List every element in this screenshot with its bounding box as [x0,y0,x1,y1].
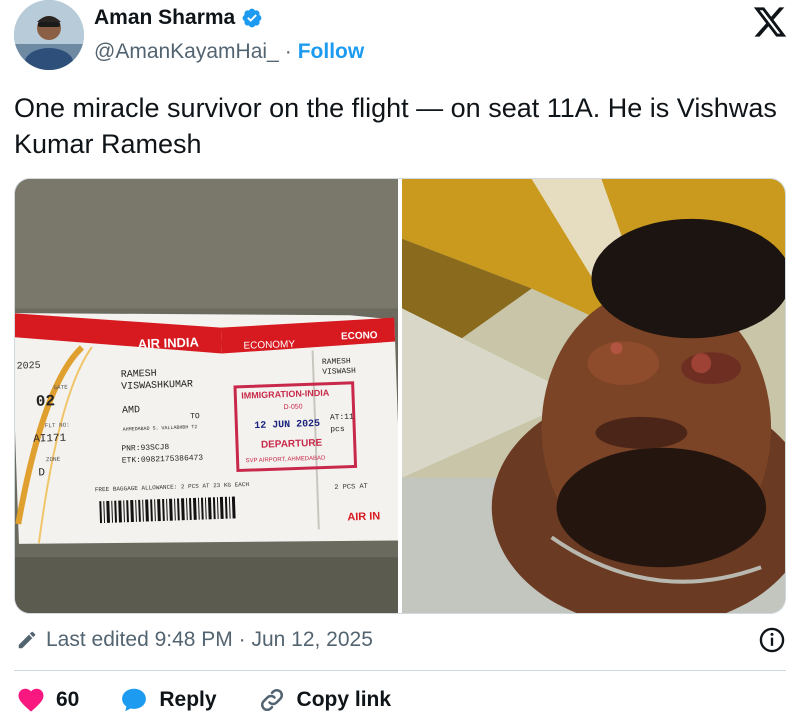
ticket-year: 2025 [17,360,41,372]
tweet-header: Aman Sharma @AmanKayamHai_ · Follow [14,0,794,80]
info-icon[interactable] [758,626,786,654]
tweet-meta: Last edited 9:48 PM · Jun 12, 2025 [16,624,786,656]
ticket-zone: D [38,467,45,479]
ticket-flt-label: FLT NO: [45,422,70,430]
like-button[interactable]: 60 [16,685,79,715]
display-name[interactable]: Aman Sharma [94,6,235,30]
stub-name2: VISWASH [322,367,356,377]
ticket-gate: 02 [36,392,56,411]
stub-seat: AT:11 [330,413,354,423]
media-grid: AIR INDIA ECONOMY ECONO 2025 GATE 02 FLT… [14,178,786,614]
action-bar: 60 Reply Copy link [16,684,431,716]
ticket-flight: AI171 [33,433,67,446]
stub-logo: AIR IN [347,510,380,523]
stub-bag: 2 PCS AT [334,483,368,492]
tweet-text: One miracle survivor on the flight — on … [14,93,777,159]
stamp-code: D-050 [284,403,303,411]
stamp-departure: DEPARTURE [261,438,323,451]
verified-badge-icon [242,8,262,28]
like-count: 60 [56,688,80,711]
ticket-from: AMD [122,404,140,416]
reply-bubble-icon [122,688,147,712]
ticket-pnr: PNR:93SCJ8 [121,443,169,454]
reply-label: Reply [159,688,217,711]
heart-icon [18,688,44,712]
reply-button[interactable]: Reply [119,685,217,715]
divider [14,670,786,671]
separator: · [284,40,292,63]
ticket-gate-label: GATE [53,384,68,392]
stub-name: RAMESH [322,357,351,367]
ticket-zone-label: ZONE [46,456,61,464]
link-icon [260,688,283,712]
avatar[interactable] [14,0,84,70]
barcode [97,494,238,526]
copy-link-label: Copy link [296,688,392,711]
stamp-date: 12 JUN 2025 [254,418,320,431]
follow-button[interactable]: Follow [298,40,365,64]
ticket-to-label: TO [190,412,200,421]
ticket-passenger-last: RAMESH [121,368,157,380]
stub-pcs: pcs [330,425,345,434]
ticket-airline: AIR INDIA [137,334,199,351]
survivor-photo[interactable] [402,179,785,613]
edited-timestamp[interactable]: Last edited 9:48 PM · Jun 12, 2025 [46,628,373,652]
handle[interactable]: @AmanKayamHai_ [94,40,279,64]
boarding-pass-photo[interactable]: AIR INDIA ECONOMY ECONO 2025 GATE 02 FLT… [15,179,398,613]
pencil-icon[interactable] [16,629,38,651]
copy-link-button[interactable]: Copy link [257,685,392,715]
x-logo-icon[interactable] [752,4,788,40]
ticket-class-stub: ECONO [341,330,378,342]
ticket-class: ECONOMY [243,339,295,352]
